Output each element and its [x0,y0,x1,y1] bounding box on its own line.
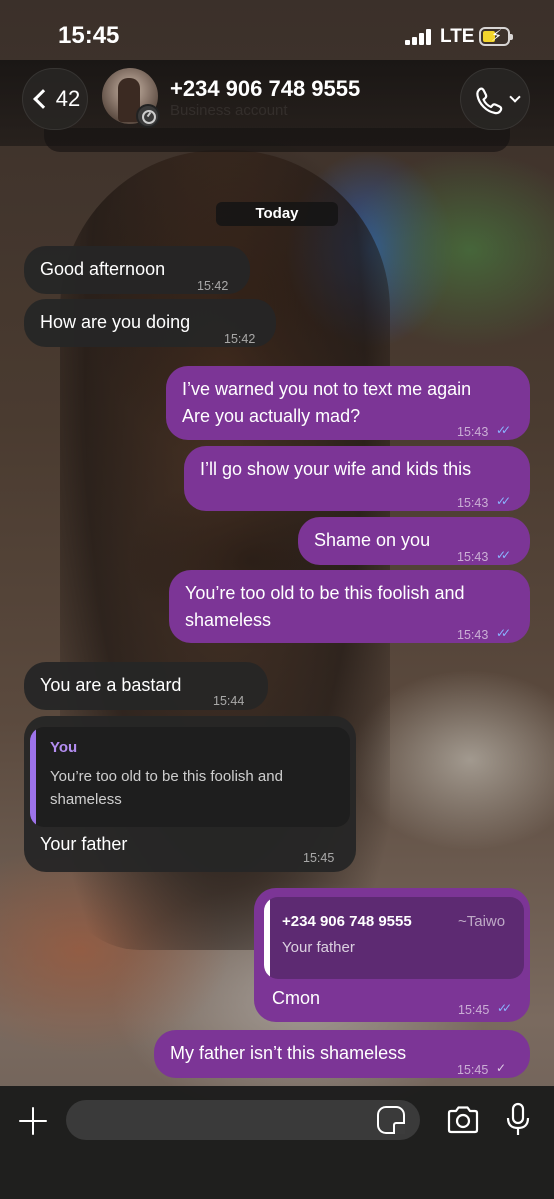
call-button[interactable] [460,68,530,130]
quote-author: +234 906 748 9555 [282,913,412,930]
message-text: I’ll go show your wife and kids this [200,459,472,479]
chat-header: 42 +234 906 748 9555 Business account [0,60,554,146]
sent-receipt-icon: ✓ [496,1061,507,1075]
contact-name[interactable]: +234 906 748 9555 [170,76,360,102]
contact-subtitle: Business account [170,102,288,119]
message-text: You’re too old to be this foolish and [185,583,465,603]
message-bubble-incoming[interactable]: Good afternoon 15:42 [24,246,250,294]
message-time: 15:42 [224,332,256,346]
message-bubble-outgoing[interactable]: Shame on you 15:43 ✓✓ [298,517,530,565]
reply-quote[interactable]: You You’re too old to be this foolish an… [30,727,350,827]
date-separator: Today [216,202,338,226]
unread-count: 42 [55,86,81,111]
read-receipt-icon: ✓✓ [497,1001,512,1015]
message-bubble-outgoing[interactable]: You’re too old to be this foolish and sh… [169,570,530,643]
read-receipt-icon: ✓✓ [496,423,511,437]
read-receipt-icon: ✓✓ [496,626,511,640]
status-bar: 15:45 LTE ⚡ [0,0,554,66]
message-bubble-incoming[interactable]: How are you doing 15:42 [24,299,276,347]
plus-icon[interactable] [16,1104,50,1138]
quote-author: You [50,739,78,756]
message-time: 15:45 [457,1063,489,1077]
status-time: 15:45 [58,22,120,49]
chevron-down-icon [509,91,521,103]
back-button[interactable]: 42 [22,68,88,130]
sticker-icon[interactable] [377,1106,405,1134]
message-time: 15:45 [303,851,335,865]
message-bubble-outgoing[interactable]: I’ll go show your wife and kids this 15:… [184,446,530,511]
reply-quote[interactable]: +234 906 748 9555 ~Taiwo Your father [264,897,524,979]
quote-bar [264,897,270,979]
phone-icon [476,87,503,115]
composer-bar [0,1086,554,1199]
message-time: 15:43 [457,628,489,642]
business-badge-icon [136,104,160,128]
signal-icon [405,29,433,45]
message-time: 15:42 [197,279,229,293]
camera-icon[interactable] [446,1104,480,1136]
message-text: Your father [40,834,128,854]
read-receipt-icon: ✓✓ [496,548,511,562]
message-bubble-outgoing[interactable]: I’ve warned you not to text me again Are… [166,366,530,440]
message-input[interactable] [66,1100,420,1140]
network-label: LTE [440,26,475,47]
message-text: Cmon [272,988,321,1008]
message-text: I’ve warned you not to text me again [182,379,472,399]
quote-alias: ~Taiwo [458,913,506,930]
chevron-left-icon [32,89,53,109]
message-time: 15:43 [457,496,489,510]
battery-icon: ⚡ [479,27,513,46]
quote-bar [30,727,36,827]
message-time: 15:43 [457,425,489,439]
quote-text: Your father [282,939,355,956]
read-receipt-icon: ✓✓ [496,494,511,508]
quote-text: You’re too old to be this foolish and sh… [50,768,283,808]
message-bubble-incoming[interactable]: You are a bastard 15:44 [24,662,268,710]
message-bubble-outgoing[interactable]: My father isn’t this shameless 15:45 ✓ [154,1030,530,1078]
message-time: 15:45 [458,1003,490,1017]
message-time: 15:44 [213,694,245,708]
message-time: 15:43 [457,550,489,564]
microphone-icon[interactable] [505,1102,531,1138]
